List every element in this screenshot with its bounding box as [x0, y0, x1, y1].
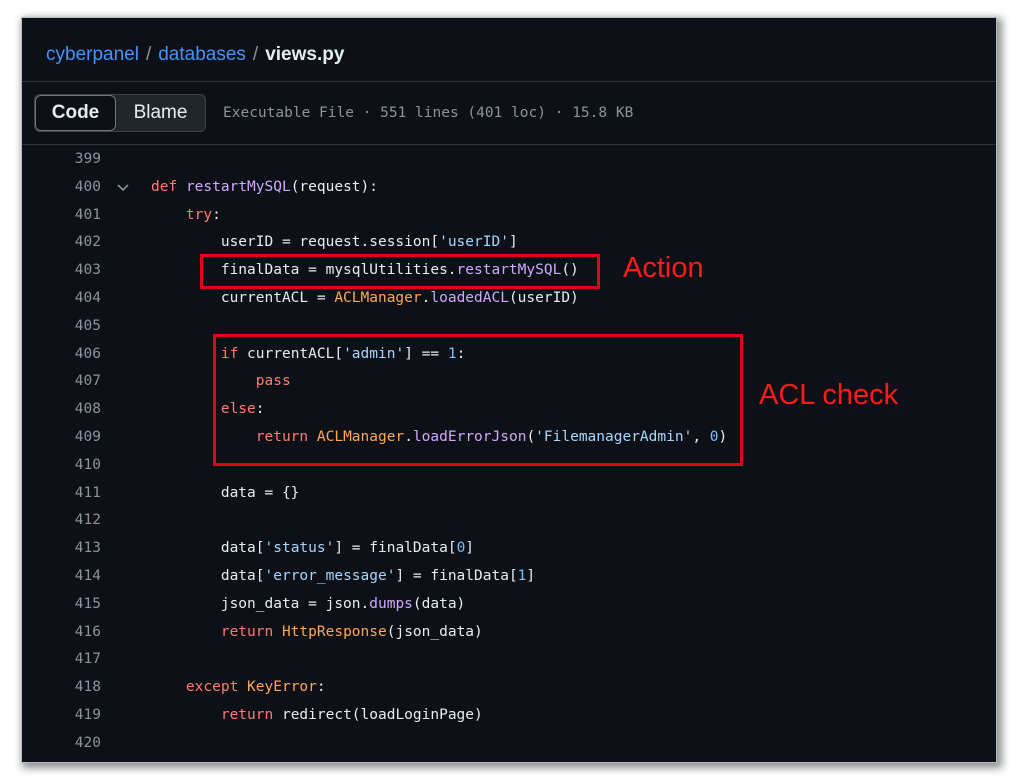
line-number[interactable]: 403 — [22, 257, 101, 285]
code-text: data['status'] = finalData[0] — [151, 540, 475, 557]
code-text: currentACL = ACLManager.loadedACL(userID… — [151, 289, 579, 306]
line-number[interactable]: 406 — [22, 341, 101, 369]
line-number[interactable]: 411 — [22, 480, 101, 508]
code-line: 400 def restartMySQL(request): — [22, 174, 996, 202]
code-line: 414 data['error_message'] = finalData[1] — [22, 563, 996, 591]
code-text: json_data = json.dumps(data) — [151, 595, 466, 612]
breadcrumb-separator: / — [145, 44, 152, 65]
code-line: 412 — [22, 507, 996, 535]
line-number[interactable]: 418 — [22, 674, 101, 702]
code-line: 420 — [22, 730, 996, 758]
acl-check-highlight-box — [213, 334, 743, 466]
line-number[interactable]: 412 — [22, 507, 101, 535]
breadcrumb-separator: / — [252, 44, 259, 65]
code-line: 399 — [22, 146, 996, 174]
toolbar-divider — [22, 144, 996, 145]
code-line: 401 try: — [22, 202, 996, 230]
line-number[interactable]: 414 — [22, 563, 101, 591]
code-viewer-window: cyberpanel / databases / views.py Code Blame… — [22, 18, 996, 762]
action-highlight-box — [200, 254, 600, 289]
line-number[interactable]: 407 — [22, 368, 101, 396]
code-text: return HttpResponse(json_data) — [220, 623, 483, 640]
line-number[interactable]: 417 — [22, 646, 101, 674]
chevron-down-icon[interactable] — [115, 174, 131, 202]
line-number[interactable]: 400 — [22, 174, 101, 202]
action-annotation-label: Action — [623, 252, 704, 284]
line-number[interactable]: 415 — [22, 591, 101, 619]
line-number[interactable]: 413 — [22, 535, 101, 563]
line-number[interactable]: 409 — [22, 424, 101, 452]
code-line: 418 except KeyError: — [22, 674, 996, 702]
breadcrumb: cyberpanel / databases / views.py — [46, 40, 344, 70]
breadcrumb-folder-link[interactable]: databases — [158, 44, 246, 65]
code-line: 416 return HttpResponse(json_data) — [22, 619, 996, 647]
line-number[interactable]: 408 — [22, 396, 101, 424]
line-number[interactable]: 419 — [22, 702, 101, 730]
code-text: try: — [185, 206, 221, 223]
line-number[interactable]: 420 — [22, 730, 101, 758]
code-tab-button[interactable]: Code — [35, 95, 116, 131]
view-mode-toggle: Code Blame — [34, 94, 206, 132]
line-number[interactable]: 404 — [22, 285, 101, 313]
line-number[interactable]: 399 — [22, 146, 101, 174]
acl-check-annotation-label: ACL check — [759, 379, 899, 411]
code-line: 413 data['status'] = finalData[0] — [22, 535, 996, 563]
code-line: 419 return redirect(loadLoginPage) — [22, 702, 996, 730]
breadcrumb-file-name: views.py — [265, 44, 345, 65]
code-text: return redirect(loadLoginPage) — [220, 706, 483, 723]
code-line: 417 — [22, 646, 996, 674]
code-text: except KeyError: — [185, 679, 326, 696]
line-number[interactable]: 410 — [22, 452, 101, 480]
header-divider — [22, 81, 996, 82]
code-text: def restartMySQL(request): — [151, 178, 379, 195]
breadcrumb-repo-link[interactable]: cyberpanel — [46, 44, 139, 65]
line-number[interactable]: 402 — [22, 229, 101, 257]
blame-tab-button[interactable]: Blame — [116, 95, 205, 131]
code-line: 411 data = {} — [22, 480, 996, 508]
line-number[interactable]: 401 — [22, 202, 101, 230]
code-line: 404 currentACL = ACLManager.loadedACL(us… — [22, 285, 996, 313]
line-number[interactable]: 416 — [22, 619, 101, 647]
code-text: data['error_message'] = finalData[1] — [151, 567, 536, 584]
file-info: Executable File · 551 lines (401 loc) · … — [223, 105, 634, 121]
line-number[interactable]: 405 — [22, 313, 101, 341]
code-line: 415 json_data = json.dumps(data) — [22, 591, 996, 619]
code-text: data = {} — [151, 484, 300, 501]
